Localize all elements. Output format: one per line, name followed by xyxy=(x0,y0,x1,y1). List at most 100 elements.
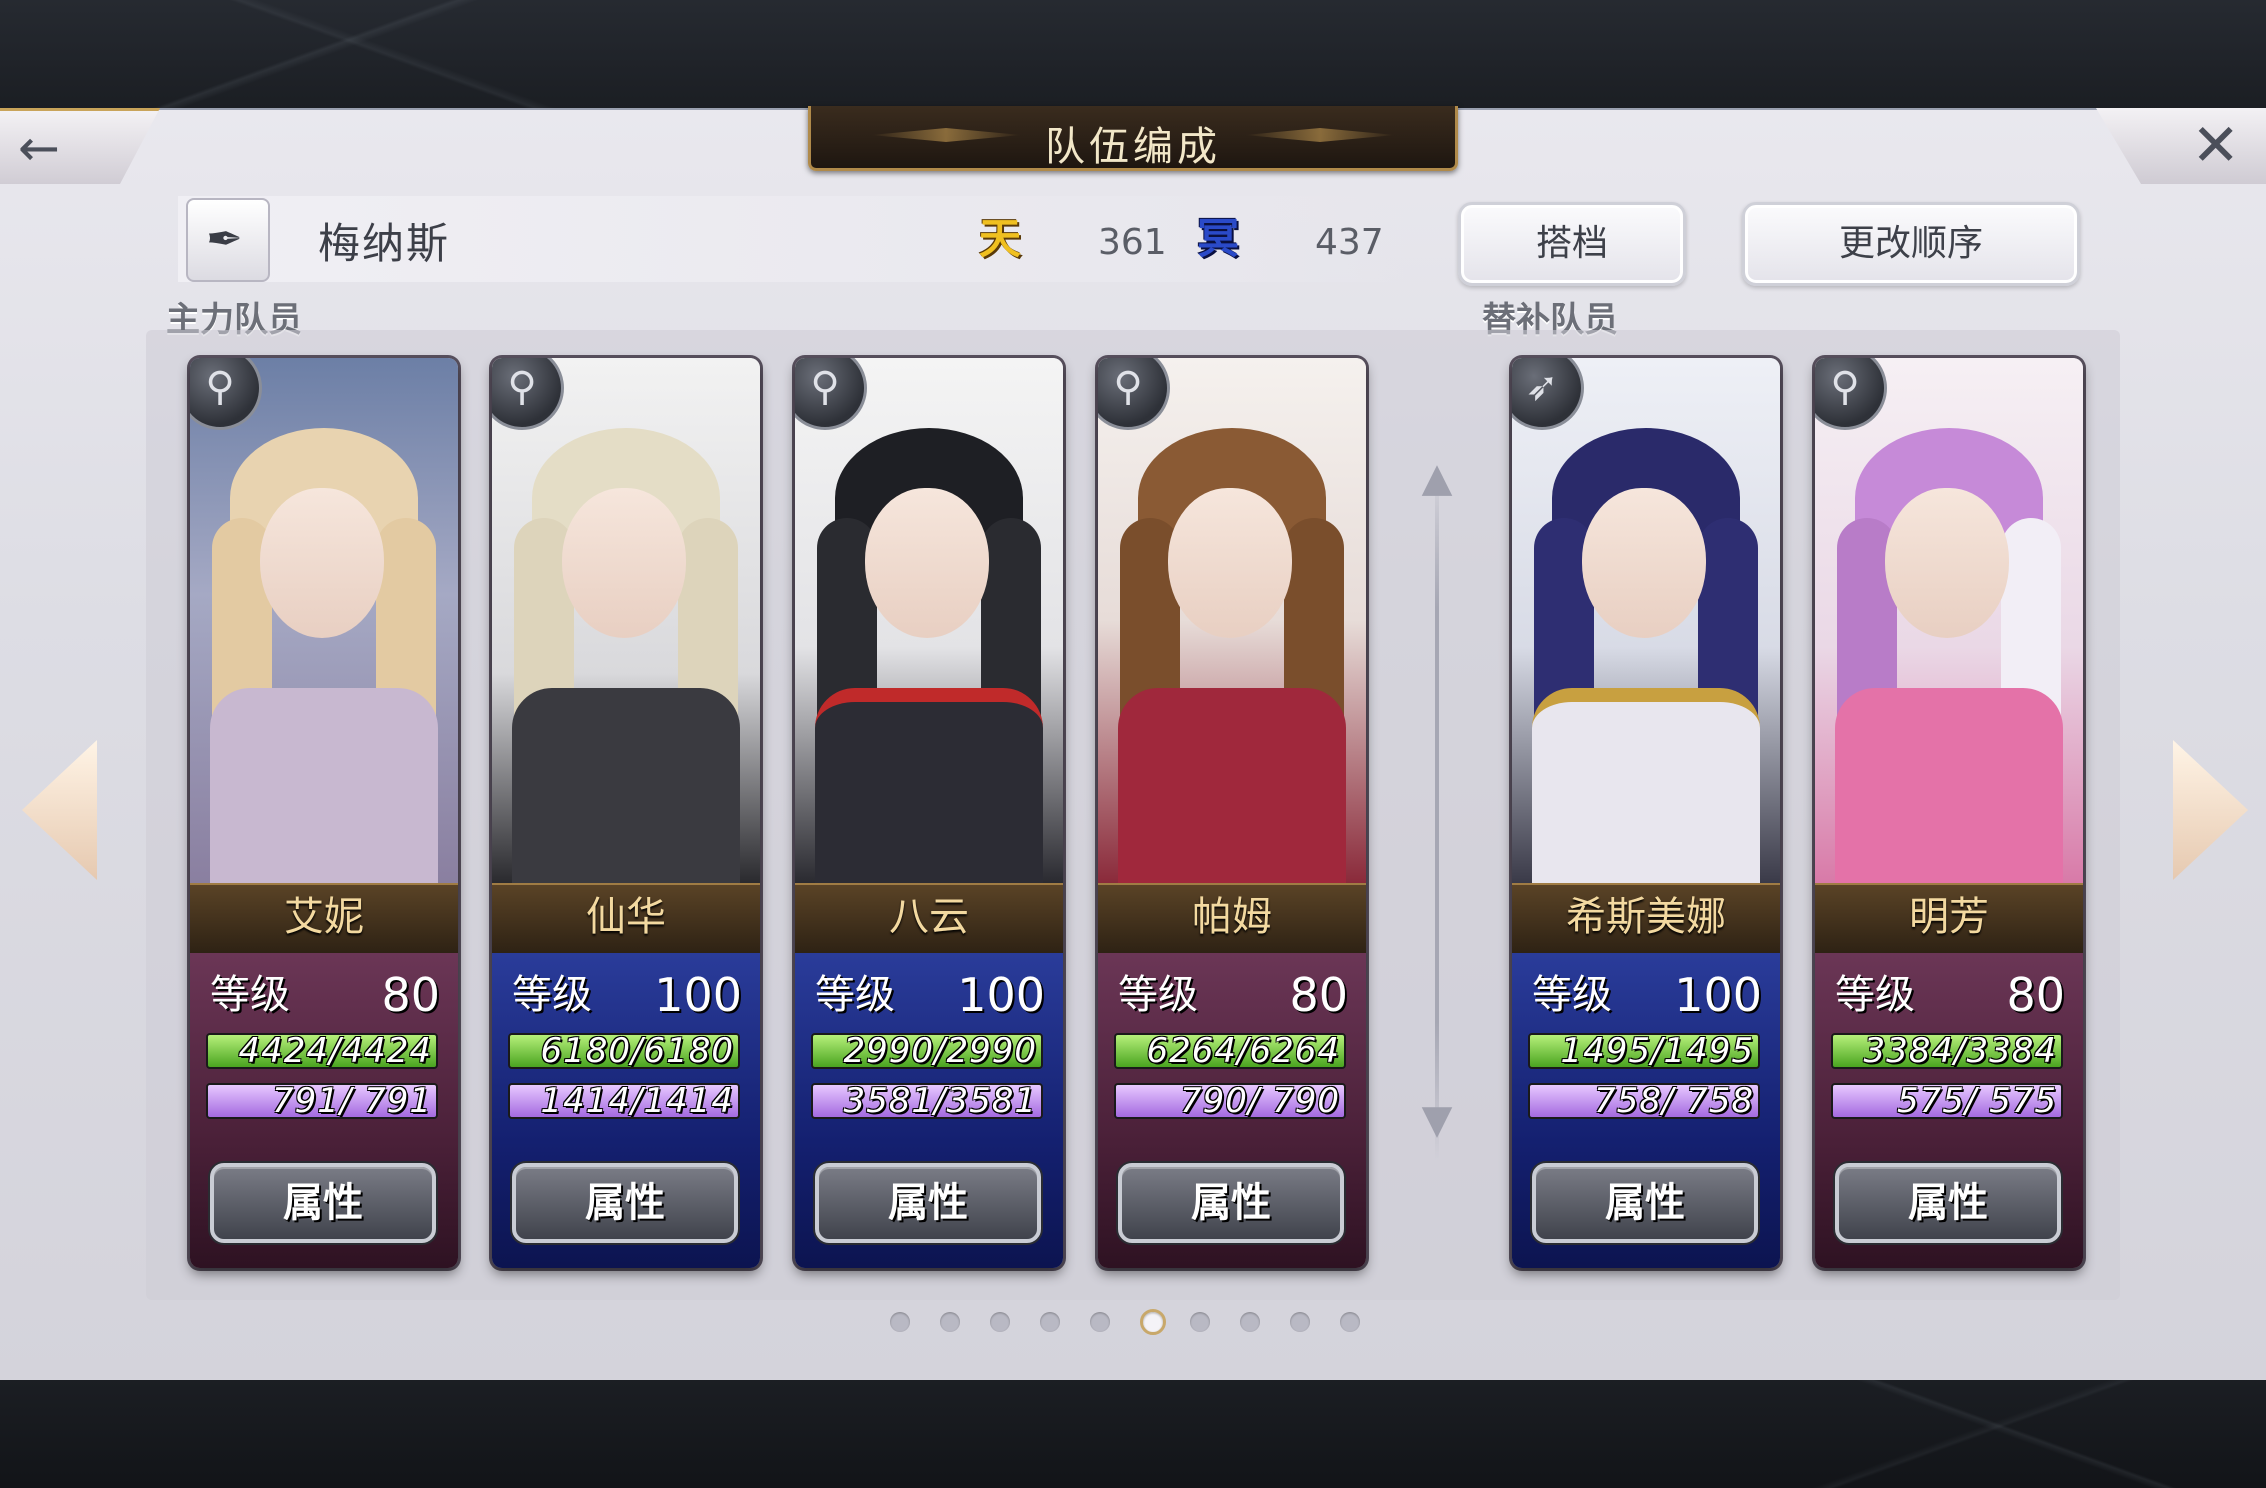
member-card[interactable]: ⚲ 帕姆 等级 80 6264/6264 790/ 790 属性 xyxy=(1098,358,1366,1268)
hp-value: 3384/3384 xyxy=(1863,1033,2057,1069)
hp-value: 2990/2990 xyxy=(843,1033,1037,1069)
page-dot[interactable] xyxy=(1190,1312,1210,1332)
character-name: 希斯美娜 xyxy=(1566,894,1726,940)
page-dot-active[interactable] xyxy=(1140,1309,1166,1335)
character-portrait xyxy=(1512,358,1780,902)
level-label: 等级 xyxy=(1532,972,1612,1018)
attributes-button[interactable]: 属性 xyxy=(210,1163,436,1243)
mp-bar: 790/ 790 xyxy=(1114,1083,1346,1119)
character-name: 艾妮 xyxy=(284,894,364,940)
nether-attribute-value: 437 xyxy=(1315,222,1384,263)
mp-bar: 1414/1414 xyxy=(508,1083,740,1119)
level-row: 等级 100 xyxy=(512,967,742,1023)
mp-value: 791/ 791 xyxy=(271,1083,432,1119)
level-label: 等级 xyxy=(1118,972,1198,1018)
name-plate: 明芳 xyxy=(1815,883,2083,955)
sky-attribute-icon: 天 xyxy=(978,214,1021,263)
mp-value: 3581/3581 xyxy=(843,1083,1037,1119)
mp-bar: 3581/3581 xyxy=(811,1083,1043,1119)
attributes-button[interactable]: 属性 xyxy=(1835,1163,2061,1243)
level-label: 等级 xyxy=(815,972,895,1018)
member-card[interactable]: ⚲ 仙华 等级 100 6180/6180 1414/1414 属性 xyxy=(492,358,760,1268)
back-arrow-icon: ← xyxy=(18,119,60,177)
hp-bar: 2990/2990 xyxy=(811,1033,1043,1069)
level-label: 等级 xyxy=(210,972,290,1018)
level-row: 等级 80 xyxy=(1835,967,2065,1023)
hp-bar: 1495/1495 xyxy=(1528,1033,1760,1069)
stats-panel: 等级 100 2990/2990 3581/3581 属性 xyxy=(795,953,1063,1268)
page-dot[interactable] xyxy=(1340,1312,1360,1332)
page-dot[interactable] xyxy=(1290,1312,1310,1332)
nether-attribute-icon: 冥 xyxy=(1196,214,1239,263)
mp-bar: 791/ 791 xyxy=(206,1083,438,1119)
level-value: 80 xyxy=(2006,968,2065,1022)
reorder-button[interactable]: 更改顺序 xyxy=(1742,202,2080,286)
page-indicator xyxy=(890,1308,1380,1338)
mp-value: 1414/1414 xyxy=(540,1083,734,1119)
stats-panel: 等级 100 1495/1495 758/ 758 属性 xyxy=(1512,953,1780,1268)
stats-panel: 等级 100 6180/6180 1414/1414 属性 xyxy=(492,953,760,1268)
level-row: 等级 80 xyxy=(210,967,440,1023)
edit-team-name-button[interactable]: ✒ xyxy=(186,198,270,282)
roster-divider xyxy=(1435,470,1439,1160)
character-portrait xyxy=(492,358,760,888)
character-name: 仙华 xyxy=(586,894,666,940)
name-plate: 八云 xyxy=(795,883,1063,955)
level-value: 100 xyxy=(654,968,742,1022)
level-value: 80 xyxy=(381,968,440,1022)
character-portrait xyxy=(190,358,458,888)
stats-panel: 等级 80 3384/3384 575/ 575 属性 xyxy=(1815,953,2083,1268)
name-plate: 艾妮 xyxy=(190,883,458,955)
hp-bar: 6264/6264 xyxy=(1114,1033,1346,1069)
level-row: 等级 100 xyxy=(815,967,1045,1023)
character-portrait xyxy=(795,358,1063,902)
page-dot[interactable] xyxy=(890,1312,910,1332)
mp-bar: 575/ 575 xyxy=(1831,1083,2063,1119)
divider-ornament-icon: ▲ xyxy=(1421,455,1453,501)
title-plate: 队伍编成 xyxy=(808,106,1458,171)
hp-bar: 3384/3384 xyxy=(1831,1033,2063,1069)
title-ornament-right xyxy=(1245,128,1395,142)
character-name: 八云 xyxy=(889,894,969,940)
page-dot[interactable] xyxy=(1240,1312,1260,1332)
substitute-card[interactable]: ➶ 希斯美娜 等级 100 1495/1495 758/ 758 属性 xyxy=(1512,358,1780,1268)
title-ornament-left xyxy=(871,128,1021,142)
page-dot[interactable] xyxy=(940,1312,960,1332)
sky-attribute-value: 361 xyxy=(1098,222,1167,263)
mp-bar: 758/ 758 xyxy=(1528,1083,1760,1119)
attributes-button[interactable]: 属性 xyxy=(512,1163,738,1243)
member-card[interactable]: ⚲ 八云 等级 100 2990/2990 3581/3581 属性 xyxy=(795,358,1063,1268)
name-plate: 帕姆 xyxy=(1098,883,1366,955)
page-dot[interactable] xyxy=(1090,1312,1110,1332)
name-plate: 仙华 xyxy=(492,883,760,955)
level-label: 等级 xyxy=(1835,972,1915,1018)
page-dot[interactable] xyxy=(990,1312,1010,1332)
level-row: 等级 80 xyxy=(1118,967,1348,1023)
hp-bar: 6180/6180 xyxy=(508,1033,740,1069)
level-row: 等级 100 xyxy=(1532,967,1762,1023)
hp-value: 6180/6180 xyxy=(540,1033,734,1069)
mp-value: 575/ 575 xyxy=(1896,1083,2057,1119)
page-dot[interactable] xyxy=(1040,1312,1060,1332)
attributes-button[interactable]: 属性 xyxy=(1532,1163,1758,1243)
name-plate: 希斯美娜 xyxy=(1512,883,1780,955)
character-portrait xyxy=(1098,358,1366,888)
divider-ornament-icon: ▼ xyxy=(1421,1097,1453,1143)
level-value: 100 xyxy=(1674,968,1762,1022)
stats-panel: 等级 80 4424/4424 791/ 791 属性 xyxy=(190,953,458,1268)
character-name: 帕姆 xyxy=(1192,894,1272,940)
level-value: 80 xyxy=(1289,968,1348,1022)
character-name: 明芳 xyxy=(1909,894,1989,940)
substitute-card[interactable]: ⚲ 明芳 等级 80 3384/3384 575/ 575 属性 xyxy=(1815,358,2083,1268)
bottom-decor-band xyxy=(0,1380,2266,1488)
hp-value: 6264/6264 xyxy=(1146,1033,1340,1069)
hp-bar: 4424/4424 xyxy=(206,1033,438,1069)
hp-value: 4424/4424 xyxy=(238,1033,432,1069)
attributes-button[interactable]: 属性 xyxy=(815,1163,1041,1243)
page-title: 队伍编成 xyxy=(1045,124,1221,170)
partner-button[interactable]: 搭档 xyxy=(1458,202,1686,286)
quill-pen-icon: ✒ xyxy=(206,214,243,265)
level-label: 等级 xyxy=(512,972,592,1018)
attributes-button[interactable]: 属性 xyxy=(1118,1163,1344,1243)
member-card[interactable]: ⚲ 艾妮 等级 80 4424/4424 791/ 791 属性 xyxy=(190,358,458,1268)
